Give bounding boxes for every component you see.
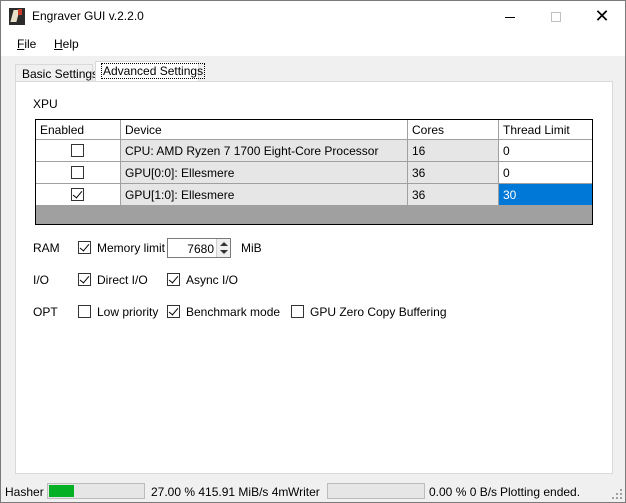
- memory-limit-checkbox[interactable]: [78, 241, 91, 254]
- direct-io-checkbox[interactable]: [78, 273, 91, 286]
- header-enabled[interactable]: Enabled: [36, 120, 121, 140]
- cell-thread-limit[interactable]: 30: [499, 184, 592, 206]
- gpu-zero-copy-checkbox[interactable]: [291, 305, 304, 318]
- menu-file[interactable]: File: [17, 37, 36, 51]
- menu-bar: File Help: [1, 32, 625, 56]
- memory-limit-checkbox-group[interactable]: Memory limit: [78, 239, 168, 257]
- header-cores[interactable]: Cores: [408, 120, 499, 140]
- arrow-up-icon[interactable]: [220, 242, 228, 246]
- cell-device: CPU: AMD Ryzen 7 1700 Eight-Core Process…: [121, 140, 408, 162]
- gpu-zero-copy-checkbox-group[interactable]: GPU Zero Copy Buffering: [291, 303, 447, 321]
- menu-help-accel: H: [54, 37, 63, 51]
- tab-basic-label: Basic Settings: [22, 67, 99, 81]
- status-bar: Hasher 27.00 % 415.91 MiB/s 4m Writer 0.…: [1, 480, 625, 502]
- advanced-settings-panel: XPU Enabled Device Cores Thread Limit CP…: [15, 81, 613, 474]
- benchmark-mode-label: Benchmark mode: [186, 305, 281, 319]
- ram-label: RAM: [33, 241, 60, 255]
- table-row[interactable]: GPU[0:0]: Ellesmere 36 0: [36, 162, 592, 184]
- writer-progress-bar: [327, 483, 425, 499]
- engraver-app-icon[interactable]: [9, 8, 25, 25]
- cell-cores: 36: [408, 162, 499, 184]
- close-icon: ✕: [594, 6, 610, 26]
- low-priority-label: Low priority: [97, 305, 159, 319]
- writer-label: Writer: [288, 485, 320, 499]
- cell-enabled[interactable]: [36, 140, 121, 162]
- cell-cores: 16: [408, 140, 499, 162]
- xpu-grid[interactable]: Enabled Device Cores Thread Limit CPU: A…: [35, 119, 593, 225]
- status-message: Plotting ended.: [500, 485, 581, 499]
- cell-enabled[interactable]: [36, 162, 121, 184]
- cell-device: GPU[1:0]: Ellesmere: [121, 184, 408, 206]
- low-priority-checkbox[interactable]: [78, 305, 91, 318]
- tab-advanced-settings[interactable]: Advanced Settings: [95, 61, 206, 82]
- device-enabled-checkbox[interactable]: [71, 188, 84, 201]
- tab-advanced-label: Advanced Settings: [100, 63, 206, 79]
- window-title: Engraver GUI v.2.2.0: [32, 9, 144, 23]
- cell-thread-limit[interactable]: 0: [499, 140, 592, 162]
- device-enabled-checkbox[interactable]: [71, 166, 84, 179]
- menu-help[interactable]: Help: [54, 37, 79, 51]
- table-row[interactable]: CPU: AMD Ryzen 7 1700 Eight-Core Process…: [36, 140, 592, 162]
- io-label: I/O: [33, 273, 50, 287]
- tab-basic-settings[interactable]: Basic Settings: [15, 64, 98, 82]
- header-thread-limit[interactable]: Thread Limit: [499, 120, 592, 140]
- resize-grip-icon[interactable]: [612, 489, 622, 499]
- cell-enabled[interactable]: [36, 184, 121, 206]
- memory-limit-stepper[interactable]: 7680: [167, 238, 231, 258]
- benchmark-mode-checkbox[interactable]: [167, 305, 180, 318]
- hasher-stats: 27.00 % 415.91 MiB/s 4m: [151, 485, 289, 499]
- xpu-label: XPU: [33, 97, 58, 111]
- direct-io-checkbox-group[interactable]: Direct I/O: [78, 271, 148, 289]
- async-io-checkbox[interactable]: [167, 273, 180, 286]
- cell-thread-limit[interactable]: 0: [499, 162, 592, 184]
- minimize-icon: [505, 16, 515, 18]
- grid-header-row: Enabled Device Cores Thread Limit: [36, 120, 592, 142]
- memory-unit-label: MiB: [241, 241, 262, 255]
- table-row[interactable]: GPU[1:0]: Ellesmere 36 30: [36, 184, 592, 206]
- menu-help-label: elp: [62, 37, 79, 51]
- hasher-progress-fill: [49, 485, 74, 497]
- gpu-zero-copy-label: GPU Zero Copy Buffering: [310, 305, 447, 319]
- hasher-progress-bar: [47, 483, 145, 499]
- direct-io-label: Direct I/O: [97, 273, 148, 287]
- async-io-label: Async I/O: [186, 273, 239, 287]
- benchmark-mode-checkbox-group[interactable]: Benchmark mode: [167, 303, 280, 321]
- opt-label: OPT: [33, 305, 58, 319]
- arrow-down-icon[interactable]: [220, 250, 228, 254]
- low-priority-checkbox-group[interactable]: Low priority: [78, 303, 158, 321]
- close-button[interactable]: ✕: [579, 1, 625, 32]
- title-bar[interactable]: Engraver GUI v.2.2.0 ✕: [1, 1, 625, 32]
- cell-device: GPU[0:0]: Ellesmere: [121, 162, 408, 184]
- async-io-checkbox-group[interactable]: Async I/O: [167, 271, 239, 289]
- stepper-buttons[interactable]: [216, 239, 230, 257]
- hasher-label: Hasher: [5, 485, 44, 499]
- maximize-icon: [551, 12, 561, 23]
- writer-stats: 0.00 % 0 B/s: [429, 485, 498, 499]
- maximize-button[interactable]: [533, 1, 579, 32]
- memory-limit-value[interactable]: 7680: [187, 242, 214, 256]
- header-device[interactable]: Device: [121, 120, 408, 140]
- menu-file-label: ile: [24, 37, 37, 51]
- app-window: Engraver GUI v.2.2.0 ✕ File Help Basic S…: [0, 0, 626, 503]
- memory-limit-label: Memory limit: [97, 241, 165, 255]
- minimize-button[interactable]: [487, 1, 533, 32]
- device-enabled-checkbox[interactable]: [71, 144, 84, 157]
- cell-cores: 36: [408, 184, 499, 206]
